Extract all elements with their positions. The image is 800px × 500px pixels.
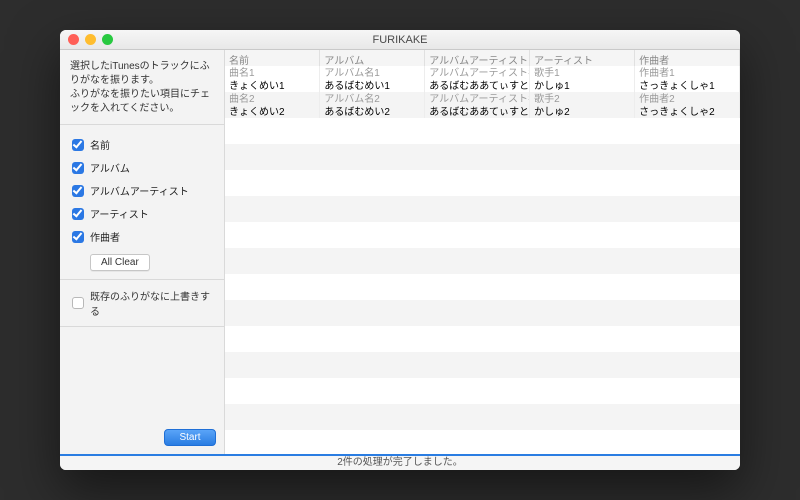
option-album[interactable]: アルバム [72, 156, 212, 179]
checkbox-icon[interactable] [72, 185, 84, 197]
option-label: 作曲者 [90, 229, 120, 244]
furigana-text: きょくめい2 [229, 106, 315, 118]
checkbox-icon[interactable] [72, 231, 84, 243]
furigana-text: かしゅ1 [534, 80, 630, 92]
window-body: 選択したiTunesのトラックにふりがなを振ります。 ふりがなを振りたい項目にチ… [60, 50, 740, 454]
furigana-text: さっきょくしゃ2 [639, 106, 735, 118]
option-composer[interactable]: 作曲者 [72, 225, 212, 248]
overwrite-option[interactable]: 既存のふりがなに上書きする [60, 279, 224, 327]
cell: アルバム名2 あるばむめい2 [320, 92, 425, 118]
original-text: 作曲者1 [639, 67, 735, 80]
original-text: アルバムアーティスト名2 [429, 93, 525, 106]
cell: アルバムアーティスト名1 あるばむああてぃすとめい1 [425, 66, 530, 92]
all-clear-button[interactable]: All Clear [90, 254, 150, 271]
original-text: 曲名2 [229, 93, 315, 106]
checkbox-icon[interactable] [72, 297, 84, 309]
cell: アルバム名1 あるばむめい1 [320, 66, 425, 92]
original-text: アルバムアーティスト名1 [429, 67, 525, 80]
start-button[interactable]: Start [164, 429, 216, 446]
option-album-artist[interactable]: アルバムアーティスト [72, 179, 212, 202]
furigana-text: あるばむめい2 [324, 106, 420, 118]
original-text: 歌手2 [534, 93, 630, 106]
minimize-icon[interactable] [85, 34, 96, 45]
start-area: Start [60, 421, 224, 454]
cell: 作曲者1 さっきょくしゃ1 [635, 66, 740, 92]
cell: アルバムアーティスト名2 あるばむああてぃすとめい2 [425, 92, 530, 118]
titlebar: FURIKAKE [60, 30, 740, 50]
original-text: 曲名1 [229, 67, 315, 80]
cell: 歌手2 かしゅ2 [530, 92, 635, 118]
furigana-text: あるばむめい1 [324, 80, 420, 92]
options-group: 名前 アルバム アルバムアーティスト アーティスト 作曲者 [60, 125, 224, 279]
original-text: 作曲者2 [639, 93, 735, 106]
checkbox-icon[interactable] [72, 139, 84, 151]
furigana-text: きょくめい1 [229, 80, 315, 92]
overwrite-label: 既存のふりがなに上書きする [90, 288, 212, 318]
option-name[interactable]: 名前 [72, 133, 212, 156]
table-row[interactable]: 曲名1 きょくめい1 アルバム名1 あるばむめい1 アルバムアーティスト名1 あ… [225, 66, 740, 92]
cell: 作曲者2 さっきょくしゃ2 [635, 92, 740, 118]
table-body: 曲名1 きょくめい1 アルバム名1 あるばむめい1 アルバムアーティスト名1 あ… [225, 66, 740, 454]
traffic-lights [60, 34, 113, 45]
original-text: アルバム名1 [324, 67, 420, 80]
original-text: アルバム名2 [324, 93, 420, 106]
zoom-icon[interactable] [102, 34, 113, 45]
option-label: アーティスト [90, 206, 149, 221]
furigana-text: あるばむああてぃすとめい2 [429, 106, 525, 118]
original-text: 歌手1 [534, 67, 630, 80]
app-window: FURIKAKE 選択したiTunesのトラックにふりがなを振ります。 ふりがな… [60, 30, 740, 470]
main-panel: 名前 アルバム アルバムアーティスト アーティスト 作曲者 曲名1 きょくめい1… [225, 50, 740, 454]
sidebar: 選択したiTunesのトラックにふりがなを振ります。 ふりがなを振りたい項目にチ… [60, 50, 225, 454]
furigana-text: さっきょくしゃ1 [639, 80, 735, 92]
furigana-text: かしゅ2 [534, 106, 630, 118]
option-label: 名前 [90, 137, 110, 152]
instructions-text: 選択したiTunesのトラックにふりがなを振ります。 ふりがなを振りたい項目にチ… [60, 50, 224, 125]
status-bar: 2件の処理が完了しました。 [60, 454, 740, 470]
furigana-text: あるばむああてぃすとめい1 [429, 80, 525, 92]
checkbox-icon[interactable] [72, 208, 84, 220]
option-artist[interactable]: アーティスト [72, 202, 212, 225]
cell: 歌手1 かしゅ1 [530, 66, 635, 92]
cell: 曲名2 きょくめい2 [225, 92, 320, 118]
table-row[interactable]: 曲名2 きょくめい2 アルバム名2 あるばむめい2 アルバムアーティスト名2 あ… [225, 92, 740, 118]
option-label: アルバムアーティスト [90, 183, 189, 198]
checkbox-icon[interactable] [72, 162, 84, 174]
close-icon[interactable] [68, 34, 79, 45]
results-table: 名前 アルバム アルバムアーティスト アーティスト 作曲者 曲名1 きょくめい1… [225, 50, 740, 454]
option-label: アルバム [90, 160, 130, 175]
cell: 曲名1 きょくめい1 [225, 66, 320, 92]
window-title: FURIKAKE [60, 34, 740, 46]
